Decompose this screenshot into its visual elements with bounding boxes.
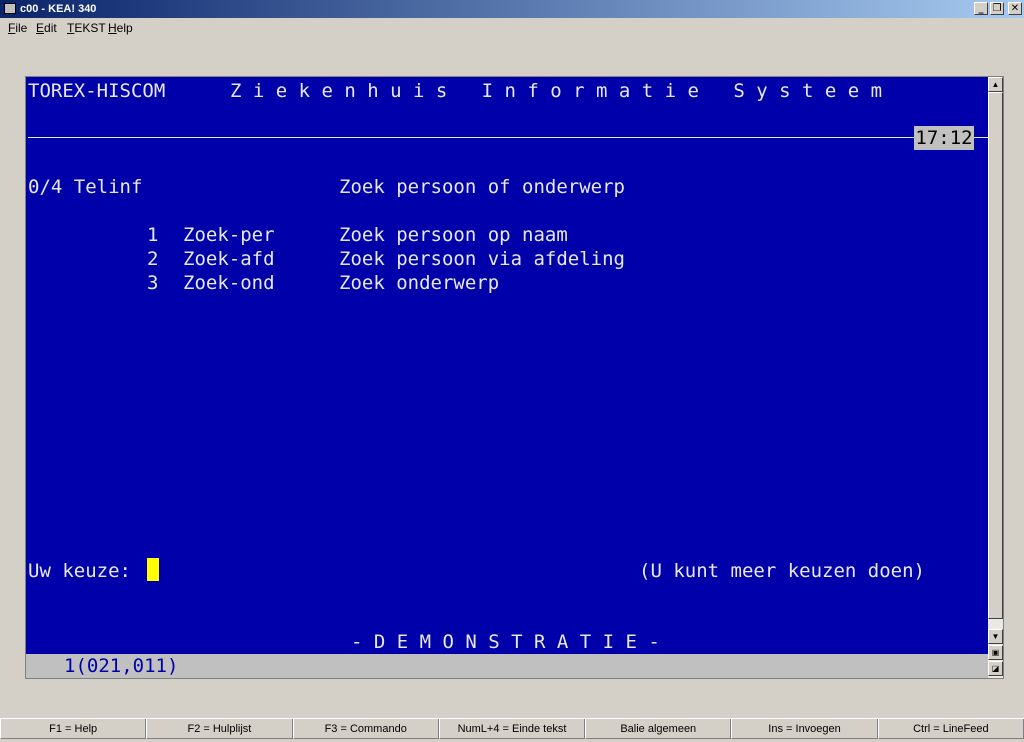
menu-bar: File Edit TEKST Help [0, 18, 1024, 38]
menu-help[interactable]: Help [108, 18, 133, 38]
terminal-app-icon[interactable] [4, 3, 16, 14]
window-title: c00 - KEA! 340 [20, 3, 97, 15]
option-1-description: Zoek persoon op naam [339, 224, 568, 246]
window-title-bar[interactable]: c00 - KEA! 340 _ ❐ ✕ [0, 0, 1024, 18]
scroll-resize-icon[interactable]: ◪ [988, 661, 1003, 676]
header-divider [28, 137, 916, 138]
option-1-number: 1 [147, 224, 159, 246]
scroll-page-icon[interactable]: ▣ [988, 645, 1003, 660]
fkey-commando[interactable]: F3 = Commando [292, 719, 439, 739]
function-key-bar: F1 = Help F2 = Hulplijst F3 = Commando N… [0, 718, 1024, 739]
cursor-status-line: 1(021,011) [26, 654, 988, 678]
choice-input-cursor[interactable] [147, 558, 159, 581]
option-3-code[interactable]: Zoek-ond [183, 271, 275, 295]
demo-banner: - D E M O N S T R A T I E - [351, 631, 660, 653]
menu-code: 0/4 Telinf [28, 176, 143, 198]
option-2-description: Zoek persoon via afdeling [339, 248, 625, 270]
choice-prompt-hint: (U kunt meer keuzen doen) [639, 560, 925, 582]
choice-prompt-label: Uw keuze: [28, 560, 131, 582]
system-title: Z i e k e n h u i s I n f o r m a t i e … [230, 80, 883, 102]
fkey-linefeed[interactable]: Ctrl = LineFeed [877, 719, 1024, 739]
system-name: TOREX-HISCOM [28, 80, 166, 102]
option-3-description: Zoek onderwerp [339, 272, 500, 294]
vertical-scrollbar[interactable]: ▲ ▼ ▣ ◪ [988, 77, 1003, 678]
fkey-help[interactable]: F1 = Help [0, 719, 147, 739]
scroll-thumb[interactable] [988, 92, 1003, 619]
close-icon[interactable]: ✕ [1008, 2, 1022, 15]
option-1-code[interactable]: Zoek-per [183, 223, 275, 247]
header-divider-end [974, 137, 988, 138]
scroll-down-icon[interactable]: ▼ [988, 629, 1003, 644]
option-3-number: 3 [147, 272, 159, 294]
clock: 17:12 [914, 126, 974, 150]
cursor-position: 1(021,011) [64, 655, 179, 677]
restore-icon[interactable]: ❐ [990, 2, 1004, 15]
option-2-number: 2 [147, 248, 159, 270]
scroll-up-icon[interactable]: ▲ [988, 77, 1003, 92]
terminal-screen[interactable]: TOREX-HISCOM Z i e k e n h u i s I n f o… [26, 77, 988, 654]
menu-file[interactable]: File [8, 18, 27, 38]
fkey-hulplijst[interactable]: F2 = Hulplijst [146, 719, 293, 739]
menu-edit[interactable]: Edit [36, 18, 57, 38]
fkey-invoegen[interactable]: Ins = Invoegen [731, 719, 878, 739]
menu-tekst[interactable]: TEKST [67, 18, 106, 38]
menu-title: Zoek persoon of onderwerp [339, 176, 625, 198]
minimize-icon[interactable]: _ [974, 2, 988, 15]
fkey-einde-tekst[interactable]: NumL+4 = Einde tekst [438, 719, 586, 739]
option-2-code[interactable]: Zoek-afd [183, 247, 275, 271]
fkey-balie-algemeen[interactable]: Balie algemeen [585, 719, 732, 739]
